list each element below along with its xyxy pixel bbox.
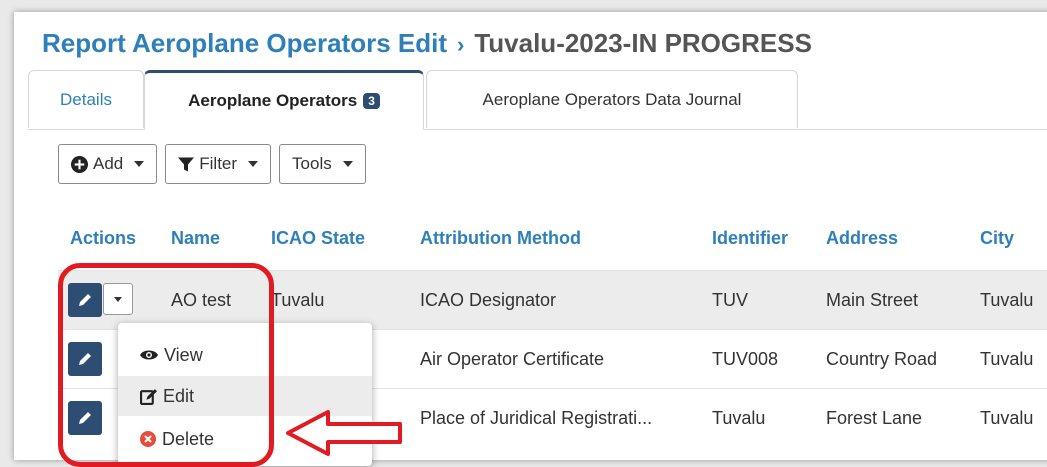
cell-address: Forest Lane (826, 408, 923, 428)
filter-icon (178, 157, 195, 171)
column-header-identifier[interactable]: Identifier (712, 228, 788, 249)
annotation-arrow-icon (286, 410, 402, 456)
cell-city: Tuvalu (980, 290, 1034, 310)
breadcrumb-link[interactable]: Report Aeroplane Operators Edit (42, 28, 447, 58)
column-header-city[interactable]: City (980, 228, 1014, 249)
page-title-text: Tuvalu-2023-IN PROGRESS (474, 28, 812, 58)
filter-button[interactable]: Filter (165, 144, 272, 184)
tab-bar: Details Aeroplane Operators 3 Aeroplane O… (28, 70, 1047, 130)
cell-city: Tuvalu (980, 349, 1034, 369)
cell-identifier: TUV008 (712, 349, 779, 369)
column-header-attribution-method[interactable]: Attribution Method (420, 228, 581, 249)
column-header-actions: Actions (70, 228, 137, 248)
tab-aeroplane-operators[interactable]: Aeroplane Operators 3 (144, 70, 424, 130)
cell-attribution-method: Air Operator Certificate (420, 349, 605, 369)
cell-attribution-method: ICAO Designator (420, 290, 557, 310)
cell-attribution-method: Place of Juridical Registrati... (420, 408, 653, 428)
page-title: Report Aeroplane Operators Edit › Tuvalu-2… (42, 28, 812, 59)
breadcrumb-separator: › (457, 32, 465, 57)
cell-city: Tuvalu (980, 408, 1034, 428)
filter-button-label: Filter (199, 154, 238, 173)
toolbar: Add Filter Tools (58, 144, 366, 186)
cell-address: Main Street (826, 290, 919, 310)
cell-icao-state: Tuvalu (271, 290, 325, 310)
chevron-down-icon (248, 161, 259, 167)
page: Report Aeroplane Operators Edit › Tuvalu-2… (14, 12, 1047, 467)
plus-circle-icon (71, 155, 88, 173)
annotation-highlight-box (58, 263, 274, 467)
tab-label: Aeroplane Operators (188, 91, 358, 110)
count-badge: 3 (363, 93, 380, 109)
cell-identifier: TUV (712, 290, 748, 310)
column-header-icao-state[interactable]: ICAO State (271, 228, 365, 249)
tab-details[interactable]: Details (28, 70, 144, 128)
cell-identifier: Tuvalu (712, 408, 766, 428)
chevron-down-icon (134, 161, 145, 167)
tools-button-label: Tools (292, 154, 332, 173)
column-header-address[interactable]: Address (826, 228, 898, 249)
add-button[interactable]: Add (58, 144, 158, 184)
tab-data-journal[interactable]: Aeroplane Operators Data Journal (426, 70, 798, 128)
tab-label: Aeroplane Operators Data Journal (482, 89, 742, 109)
chevron-down-icon (342, 161, 353, 167)
cell-address: Country Road (826, 349, 938, 369)
column-header-name[interactable]: Name (171, 228, 220, 249)
add-button-label: Add (93, 154, 124, 173)
tab-label: Details (60, 89, 112, 109)
table-header: Actions Name ICAO State Attribution Meth… (58, 209, 1047, 269)
tools-button[interactable]: Tools (279, 144, 366, 184)
